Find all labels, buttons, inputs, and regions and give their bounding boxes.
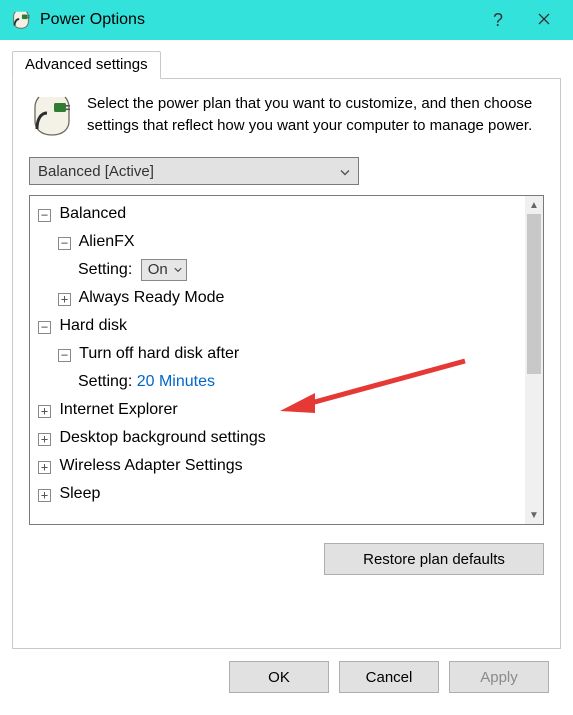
tab-panel: Select the power plan that you want to c…	[12, 78, 561, 649]
tree-label: Always Ready Mode	[79, 289, 225, 306]
dialog-footer: OK Cancel Apply	[12, 649, 561, 703]
tree-label: Hard disk	[59, 317, 127, 334]
scroll-thumb[interactable]	[527, 214, 541, 374]
tab-advanced-settings[interactable]: Advanced settings	[12, 51, 161, 79]
collapse-icon[interactable]: −	[38, 209, 51, 222]
collapse-icon[interactable]: −	[58, 237, 71, 250]
tree-node-hard-disk[interactable]: − Hard disk	[36, 312, 523, 340]
close-icon	[538, 12, 550, 29]
client-area: Advanced settings Select the power plan …	[0, 40, 573, 715]
tree-label: Internet Explorer	[59, 401, 177, 418]
hard-disk-setting-value[interactable]: 20 Minutes	[137, 373, 215, 390]
ok-button[interactable]: OK	[229, 661, 329, 693]
tree-label: Wireless Adapter Settings	[59, 457, 242, 474]
expand-icon[interactable]: +	[38, 489, 51, 502]
scroll-down-icon[interactable]: ▼	[525, 506, 543, 524]
tree-node-hard-disk-setting: Setting: 20 Minutes	[36, 368, 523, 396]
expand-icon[interactable]: +	[38, 433, 51, 446]
expand-icon[interactable]: +	[38, 461, 51, 474]
tree-node-balanced[interactable]: − Balanced	[36, 200, 523, 228]
help-icon: ?	[493, 10, 503, 31]
scroll-up-icon[interactable]: ▲	[525, 196, 543, 214]
intro-block: Select the power plan that you want to c…	[29, 93, 544, 143]
chevron-down-icon	[174, 261, 182, 279]
tree-node-sleep[interactable]: + Sleep	[36, 480, 523, 508]
tree-label: Sleep	[59, 485, 100, 502]
tree-node-wireless-adapter[interactable]: + Wireless Adapter Settings	[36, 452, 523, 480]
tree-label: AlienFX	[79, 233, 135, 250]
restore-plan-defaults-button[interactable]: Restore plan defaults	[324, 543, 544, 575]
tree-content: − Balanced − AlienFX Setting: On	[30, 196, 543, 512]
setting-value: On	[148, 257, 168, 283]
cancel-button[interactable]: Cancel	[339, 661, 439, 693]
collapse-icon[interactable]: −	[58, 349, 71, 362]
tree-scrollbar[interactable]: ▲ ▼	[525, 196, 543, 524]
expand-icon[interactable]: +	[58, 293, 71, 306]
help-button[interactable]: ?	[475, 0, 521, 40]
title-bar: Power Options ?	[0, 0, 573, 40]
restore-row: Restore plan defaults	[29, 543, 544, 575]
apply-button[interactable]: Apply	[449, 661, 549, 693]
tree-label: Balanced	[59, 205, 126, 222]
tree-node-internet-explorer[interactable]: + Internet Explorer	[36, 396, 523, 424]
collapse-icon[interactable]: −	[38, 321, 51, 334]
tab-strip: Advanced settings	[12, 50, 561, 78]
tree-label: Desktop background settings	[59, 429, 265, 446]
close-button[interactable]	[521, 0, 567, 40]
plan-select-value: Balanced [Active]	[38, 163, 154, 180]
tree-node-alienfx-setting: Setting: On	[36, 256, 523, 284]
expand-icon[interactable]: +	[38, 405, 51, 418]
tree-node-turn-off-hard-disk[interactable]: − Turn off hard disk after	[36, 340, 523, 368]
tree-node-alienfx[interactable]: − AlienFX	[36, 228, 523, 256]
alienfx-setting-dropdown[interactable]: On	[141, 259, 187, 281]
chevron-down-icon	[340, 163, 350, 180]
app-icon	[10, 9, 32, 31]
setting-label: Setting:	[78, 261, 132, 278]
plan-select-dropdown[interactable]: Balanced [Active]	[29, 157, 359, 185]
power-options-icon	[29, 93, 75, 143]
tree-node-desktop-background[interactable]: + Desktop background settings	[36, 424, 523, 452]
setting-label: Setting:	[78, 373, 132, 390]
intro-text: Select the power plan that you want to c…	[87, 93, 544, 143]
tree-node-always-ready[interactable]: + Always Ready Mode	[36, 284, 523, 312]
window-title: Power Options	[40, 11, 145, 29]
tree-label: Turn off hard disk after	[79, 345, 239, 362]
settings-tree: − Balanced − AlienFX Setting: On	[29, 195, 544, 525]
